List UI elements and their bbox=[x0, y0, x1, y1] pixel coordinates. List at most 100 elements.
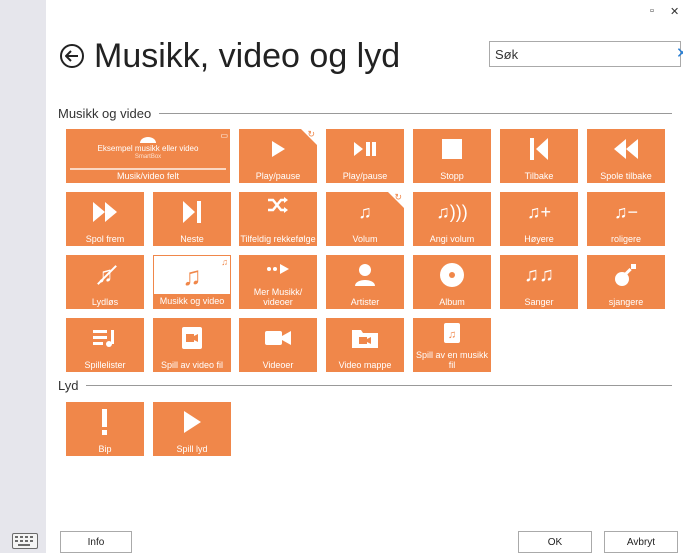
tile-back[interactable]: Tilbake bbox=[500, 129, 578, 183]
tile-stop[interactable]: Stopp bbox=[413, 129, 491, 183]
preview-title: Eksempel musikk eller video bbox=[97, 143, 199, 153]
play-icon bbox=[153, 406, 231, 438]
songs-icon: ♫♫ bbox=[524, 263, 554, 286]
music-minus-icon: ♫− bbox=[613, 201, 638, 222]
tile-label: Spill av video fil bbox=[160, 360, 224, 370]
play-icon bbox=[239, 133, 317, 165]
rewind-icon bbox=[587, 133, 665, 165]
back-arrow-icon[interactable] bbox=[60, 44, 84, 68]
tile-label: Album bbox=[439, 297, 465, 307]
left-sidebar bbox=[0, 0, 46, 553]
shuffle-icon bbox=[239, 194, 317, 216]
keyboard-icon[interactable] bbox=[12, 533, 38, 549]
tile-louder[interactable]: ♫+ Høyere bbox=[500, 192, 578, 246]
tile-play-pause-2[interactable]: Play/pause bbox=[326, 129, 404, 183]
screen-icon: ▭ bbox=[220, 131, 228, 140]
tile-quieter[interactable]: ♫− roligere bbox=[587, 192, 665, 246]
tile-video-folder[interactable]: Video mappe bbox=[326, 318, 404, 372]
tile-music-and-video[interactable]: ♫ ♫ Musikk og video bbox=[153, 255, 231, 309]
section-title-music: Musikk og video bbox=[58, 106, 152, 121]
music-plus-icon: ♫+ bbox=[526, 201, 551, 222]
tile-more-music[interactable]: Mer Musikk/ videoer bbox=[239, 255, 317, 309]
tile-playlists[interactable]: Spillelister bbox=[66, 318, 144, 372]
tile-label: Videoer bbox=[262, 360, 294, 370]
tile-songs[interactable]: ♫♫ Sanger bbox=[500, 255, 578, 309]
tile-label: Spillelister bbox=[84, 360, 126, 370]
tile-volume[interactable]: ↻ ♫ Volum bbox=[326, 192, 404, 246]
music-note-icon: ♫ bbox=[182, 260, 202, 291]
close-window-button[interactable]: ✕ bbox=[670, 5, 679, 18]
tile-play-video-file[interactable]: Spill av video fil bbox=[153, 318, 231, 372]
skip-next-icon bbox=[153, 196, 231, 228]
tile-genres[interactable]: sjangere bbox=[587, 255, 665, 309]
page-title: Musikk, video og lyd bbox=[94, 37, 401, 75]
tile-label: sjangere bbox=[608, 297, 644, 307]
tile-label: Play/pause bbox=[255, 171, 301, 181]
fast-forward-icon bbox=[66, 196, 144, 228]
tile-shuffle[interactable]: Tilfeldig rekkefølge bbox=[239, 192, 317, 246]
tile-videos[interactable]: Videoer bbox=[239, 318, 317, 372]
tile-label: Stopp bbox=[440, 171, 464, 181]
tile-label: Tilbake bbox=[524, 171, 554, 181]
tile-label: Tilfeldig rekkefølge bbox=[240, 234, 316, 244]
music-volume-icon: ♫))) bbox=[436, 201, 468, 222]
tile-label: Volum bbox=[352, 234, 378, 244]
music-file-icon: ♫ bbox=[413, 320, 491, 346]
tile-set-volume[interactable]: ♫))) Angi volum bbox=[413, 192, 491, 246]
tile-music-video-field[interactable]: Eksempel musikk eller video SmartBox ▭ M… bbox=[66, 129, 230, 183]
dialog-window: ▫ ✕ Musikk, video og lyd ✕ Musikk og vid… bbox=[46, 0, 683, 553]
stop-icon bbox=[413, 133, 491, 165]
tile-label: Spill av en musikk fil bbox=[415, 350, 489, 370]
disc-icon bbox=[413, 259, 491, 291]
tile-next[interactable]: Neste bbox=[153, 192, 231, 246]
tile-label: Play/pause bbox=[342, 171, 388, 181]
page-header: Musikk, video og lyd bbox=[60, 36, 400, 76]
person-icon bbox=[326, 259, 404, 291]
divider bbox=[159, 113, 672, 114]
tile-play-music-file[interactable]: ♫ Spill av en musikk fil bbox=[413, 318, 491, 372]
tile-play-pause[interactable]: ↻ Play/pause bbox=[239, 129, 317, 183]
skip-back-icon bbox=[500, 133, 578, 165]
tile-label: Video mappe bbox=[338, 360, 392, 370]
video-file-icon bbox=[153, 322, 231, 354]
tile-label: roligere bbox=[610, 234, 641, 244]
tile-label: Angi volum bbox=[429, 234, 475, 244]
tile-beep[interactable]: Bip bbox=[66, 402, 144, 456]
tile-label: Høyere bbox=[524, 234, 554, 244]
search-box[interactable]: ✕ bbox=[489, 41, 683, 67]
tile-rewind[interactable]: Spole tilbake bbox=[587, 129, 665, 183]
tile-label: Sanger bbox=[524, 297, 554, 307]
section-sound: Lyd bbox=[58, 378, 672, 393]
section-music-video: Musikk og video bbox=[58, 106, 672, 121]
exclamation-icon bbox=[66, 406, 144, 438]
section-title-sound: Lyd bbox=[58, 378, 79, 393]
tile-label: Spol frem bbox=[85, 234, 125, 244]
clear-search-icon[interactable]: ✕ bbox=[676, 43, 683, 65]
divider bbox=[86, 385, 672, 386]
tile-label: Musik/video felt bbox=[116, 171, 180, 181]
svg-text:♫: ♫ bbox=[448, 329, 456, 341]
play-pause-icon bbox=[326, 133, 404, 165]
tile-artists[interactable]: Artister bbox=[326, 255, 404, 309]
tile-play-sound[interactable]: Spill lyd bbox=[153, 402, 231, 456]
tile-album[interactable]: Album bbox=[413, 255, 491, 309]
tile-label: Musikk og video bbox=[154, 294, 230, 308]
tile-mute[interactable]: ♫ Lydløs bbox=[66, 255, 144, 309]
mute-icon: ♫ bbox=[66, 259, 144, 291]
minimize-button[interactable]: ▫ bbox=[650, 5, 654, 17]
tile-fast-forward[interactable]: Spol frem bbox=[66, 192, 144, 246]
tile-label: Mer Musikk/ videoer bbox=[253, 287, 303, 307]
preview-subtitle: SmartBox bbox=[134, 153, 162, 160]
video-folder-icon bbox=[326, 322, 404, 354]
progress-bar bbox=[70, 168, 226, 170]
cancel-button[interactable]: Avbryt bbox=[604, 531, 678, 553]
tile-label: Bip bbox=[98, 444, 112, 454]
ok-button[interactable]: OK bbox=[518, 531, 592, 553]
tile-label: Neste bbox=[180, 234, 204, 244]
music-note-icon: ♫ bbox=[358, 201, 372, 222]
info-button[interactable]: Info bbox=[60, 531, 132, 553]
guitar-icon bbox=[587, 259, 665, 291]
search-input[interactable] bbox=[490, 43, 676, 65]
playlist-icon bbox=[66, 322, 144, 354]
more-arrow-icon bbox=[239, 257, 317, 281]
